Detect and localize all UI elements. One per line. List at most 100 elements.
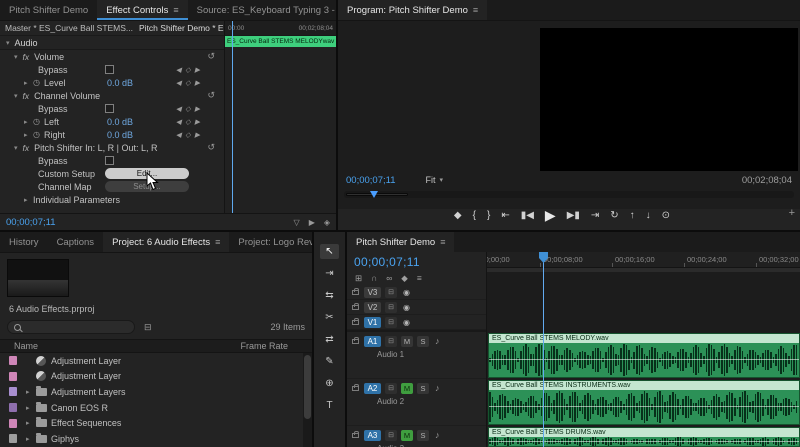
timeline-clip-area[interactable]: 00;00;00;00 00;00;08;00 00;00;16;00 00;0… bbox=[487, 252, 800, 447]
next-keyframe-icon[interactable]: ▶ bbox=[195, 66, 200, 74]
label-color-chip[interactable] bbox=[9, 419, 17, 428]
tab-sequence-pitch-shifter-demo[interactable]: Pitch Shifter Demo ≡ bbox=[347, 232, 454, 252]
left-value[interactable]: 0.0 dB bbox=[107, 117, 162, 127]
chevron-down-icon[interactable]: ▾ bbox=[14, 92, 18, 100]
mark-in-icon[interactable]: { bbox=[473, 210, 476, 221]
slip-tool[interactable]: ⇄ bbox=[320, 332, 339, 347]
program-scrollbar[interactable] bbox=[344, 191, 794, 198]
stopwatch-icon[interactable]: ◷ bbox=[33, 78, 44, 87]
track-name[interactable]: Audio 2 bbox=[352, 397, 486, 406]
prev-keyframe-icon[interactable]: ◀ bbox=[176, 118, 181, 126]
track-lock-icon[interactable] bbox=[352, 320, 359, 325]
export-frame-icon[interactable]: ⊙ bbox=[662, 210, 670, 221]
master-clip-label[interactable]: Master * ES_Curve Ball STEMS... bbox=[5, 23, 133, 33]
loop-icon[interactable]: ↻ bbox=[610, 210, 618, 221]
timeline-ruler[interactable]: 00;00;00;00 00;00;08;00 00;00;16;00 00;0… bbox=[487, 252, 800, 268]
timeline-timecode[interactable]: 00;00;07;11 bbox=[354, 255, 420, 269]
next-keyframe-icon[interactable]: ▶ bbox=[195, 131, 200, 139]
tab-history[interactable]: History bbox=[0, 232, 48, 252]
track-lock-icon[interactable] bbox=[352, 433, 359, 438]
add-marker-icon[interactable]: ◆ bbox=[454, 210, 462, 221]
vertical-scrollbar[interactable] bbox=[303, 353, 312, 447]
sync-lock-icon[interactable]: ⊟ bbox=[385, 336, 397, 347]
work-area-bar[interactable] bbox=[487, 268, 800, 272]
tab-effect-controls[interactable]: Effect Controls ≡ bbox=[97, 0, 187, 20]
track-lock-icon[interactable] bbox=[352, 386, 359, 391]
toggle-track-output-icon[interactable]: ◉ bbox=[403, 288, 410, 297]
add-marker-icon[interactable]: ◆ bbox=[401, 273, 408, 284]
right-value[interactable]: 0.0 dB bbox=[107, 130, 162, 140]
list-item[interactable]: ▸ Canon EOS R bbox=[0, 400, 303, 416]
reset-effect-icon[interactable]: ↺ bbox=[207, 142, 215, 153]
toggle-track-output-icon[interactable]: ◉ bbox=[403, 303, 410, 312]
sync-lock-icon[interactable]: ⊟ bbox=[385, 383, 397, 394]
step-back-icon[interactable]: ▮◀ bbox=[521, 210, 534, 221]
reset-effect-icon[interactable]: ↺ bbox=[207, 51, 215, 62]
list-item[interactable]: Adjustment Layer bbox=[0, 369, 303, 385]
tab-source-clip[interactable]: Source: ES_Keyboard Typing 3 - SFX Produ… bbox=[188, 0, 336, 20]
reset-effect-icon[interactable]: ↺ bbox=[207, 90, 215, 101]
snap-icon[interactable]: ∩ bbox=[371, 273, 377, 284]
chevron-right-icon[interactable]: ▸ bbox=[24, 118, 33, 126]
label-color-chip[interactable] bbox=[9, 434, 17, 443]
panel-menu-icon[interactable]: ≡ bbox=[173, 5, 178, 15]
solo-button[interactable]: S bbox=[417, 336, 429, 347]
stopwatch-icon[interactable]: ◷ bbox=[33, 130, 44, 139]
effect-volume-header[interactable]: ▾ fx Volume ↺ bbox=[0, 50, 224, 63]
audio-clip-instruments[interactable]: ES_Curve Ball STEMS INSTRUMENTS.wav bbox=[488, 380, 800, 425]
tab-project-logo-reveal[interactable]: Project: Logo Reveal bbox=[229, 232, 312, 252]
sequence-clip-label[interactable]: Pitch Shifter Demo * ES_Cu... bbox=[139, 23, 224, 33]
individual-parameters-row[interactable]: ▸ Individual Parameters bbox=[0, 193, 224, 206]
stopwatch-icon[interactable]: ◷ bbox=[33, 117, 44, 126]
chevron-down-icon[interactable]: ▾ bbox=[14, 53, 18, 61]
add-keyframe-icon[interactable]: ◇ bbox=[185, 66, 190, 74]
tab-project-6-audio-effects[interactable]: Project: 6 Audio Effects ≡ bbox=[103, 232, 229, 252]
next-keyframe-icon[interactable]: ▶ bbox=[195, 118, 200, 126]
ripple-edit-tool[interactable]: ⇆ bbox=[320, 288, 339, 303]
search-input[interactable] bbox=[25, 322, 128, 332]
audio-clip-drums[interactable]: ES_Curve Ball STEMS DRUMS.wav bbox=[488, 427, 800, 447]
sync-lock-icon[interactable]: ⊟ bbox=[385, 317, 397, 328]
track-lock-icon[interactable] bbox=[352, 305, 359, 310]
track-target-a2[interactable]: A2 bbox=[364, 383, 381, 394]
pen-tool[interactable]: ✎ bbox=[320, 354, 339, 369]
chevron-right-icon[interactable]: ▸ bbox=[26, 419, 36, 427]
linked-selection-icon[interactable]: ∞ bbox=[386, 273, 392, 284]
column-name[interactable]: Name bbox=[14, 341, 38, 351]
timeline-settings-icon[interactable]: ≡ bbox=[417, 273, 422, 284]
mark-out-icon[interactable]: } bbox=[487, 210, 490, 221]
list-item[interactable]: ▸ Effect Sequences bbox=[0, 415, 303, 431]
voiceover-record-icon[interactable]: ♪ bbox=[435, 336, 440, 346]
label-color-chip[interactable] bbox=[9, 372, 17, 381]
column-frame-rate[interactable]: Frame Rate bbox=[240, 341, 298, 351]
track-target-v2[interactable]: V2 bbox=[364, 302, 381, 313]
panel-menu-icon[interactable]: ≡ bbox=[473, 5, 478, 15]
preview-thumbnail[interactable] bbox=[7, 259, 69, 297]
effect-controls-timecode[interactable]: 00;00;07;11 bbox=[6, 217, 55, 228]
add-keyframe-icon[interactable]: ◇ bbox=[185, 79, 190, 87]
button-editor-icon[interactable]: + bbox=[789, 207, 795, 219]
voiceover-record-icon[interactable]: ♪ bbox=[435, 430, 440, 440]
track-target-v1[interactable]: V1 bbox=[364, 317, 381, 328]
nest-toggle-icon[interactable]: ⊞ bbox=[355, 273, 362, 284]
sync-lock-icon[interactable]: ⊟ bbox=[385, 302, 397, 313]
chevron-down-icon[interactable]: ▾ bbox=[14, 144, 18, 152]
zoom-level-dropdown[interactable]: Fit ▾ bbox=[425, 175, 443, 185]
chevron-down-icon[interactable]: ▾ bbox=[6, 39, 10, 47]
selection-tool[interactable]: ↖ bbox=[320, 244, 339, 259]
go-to-out-icon[interactable]: ⇥ bbox=[591, 210, 599, 221]
toggle-track-output-icon[interactable]: ◉ bbox=[403, 318, 410, 327]
label-color-chip[interactable] bbox=[9, 356, 17, 365]
bypass-checkbox[interactable] bbox=[105, 65, 114, 74]
solo-button[interactable]: S bbox=[417, 430, 429, 441]
list-item[interactable]: Adjustment Layer bbox=[0, 353, 303, 369]
mini-timeline-ruler[interactable]: 00:00 00;02;08;04 bbox=[225, 21, 336, 36]
sync-lock-icon[interactable]: ⊟ bbox=[385, 430, 397, 441]
sync-lock-icon[interactable]: ⊟ bbox=[385, 287, 397, 298]
add-keyframe-icon[interactable]: ◇ bbox=[185, 105, 190, 113]
add-keyframe-icon[interactable]: ◇ bbox=[185, 131, 190, 139]
list-item[interactable]: ▸ Giphys bbox=[0, 431, 303, 447]
track-lock-icon[interactable] bbox=[352, 290, 359, 295]
next-keyframe-icon[interactable]: ▶ bbox=[195, 105, 200, 113]
hand-tool[interactable]: ⊕ bbox=[320, 376, 339, 391]
